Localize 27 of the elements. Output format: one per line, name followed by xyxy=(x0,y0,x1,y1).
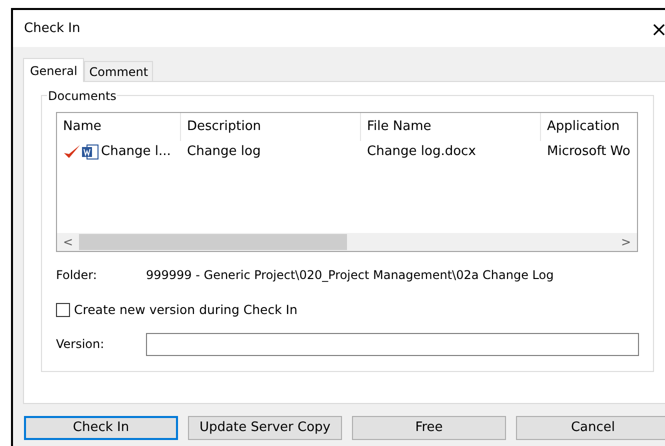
checkmark-icon xyxy=(63,144,81,160)
dialog-button[interactable]: Check In xyxy=(24,416,178,440)
checkbox-label: Create new version during Check In xyxy=(74,300,298,319)
table-cell-text: Microsoft Wo xyxy=(547,143,630,162)
table-cell-text: Change log xyxy=(187,143,261,162)
version-label: Version: xyxy=(56,336,106,353)
tab[interactable]: Comment xyxy=(84,61,154,81)
column-header[interactable]: Description xyxy=(181,113,361,141)
scrollbar-thumb[interactable] xyxy=(79,234,347,250)
dialog-button[interactable]: Update Server Copy xyxy=(188,416,342,440)
column-header[interactable]: Application xyxy=(541,113,637,141)
folder-path: 999999 - Generic Project\020_Project Management\02a Change Log xyxy=(146,267,554,284)
close-button[interactable]: × xyxy=(649,18,665,38)
checkbox[interactable] xyxy=(56,303,70,317)
version-field[interactable] xyxy=(146,332,639,356)
column-header[interactable]: File Name xyxy=(361,113,541,141)
dialog-button[interactable]: Free xyxy=(352,416,506,440)
scroll-left-button[interactable]: < xyxy=(57,233,79,251)
table-cell-text: Change log.docx xyxy=(367,143,476,162)
document-icon xyxy=(81,143,99,161)
column-header[interactable]: Name xyxy=(57,113,181,141)
folder-label: Folder: xyxy=(56,267,98,284)
tab[interactable]: General xyxy=(23,58,84,82)
window-title: Check In xyxy=(24,20,80,38)
scroll-right-button[interactable]: > xyxy=(615,233,637,251)
dialog-button[interactable]: Cancel xyxy=(516,416,665,440)
table-cell-text: Change l... xyxy=(101,143,171,162)
